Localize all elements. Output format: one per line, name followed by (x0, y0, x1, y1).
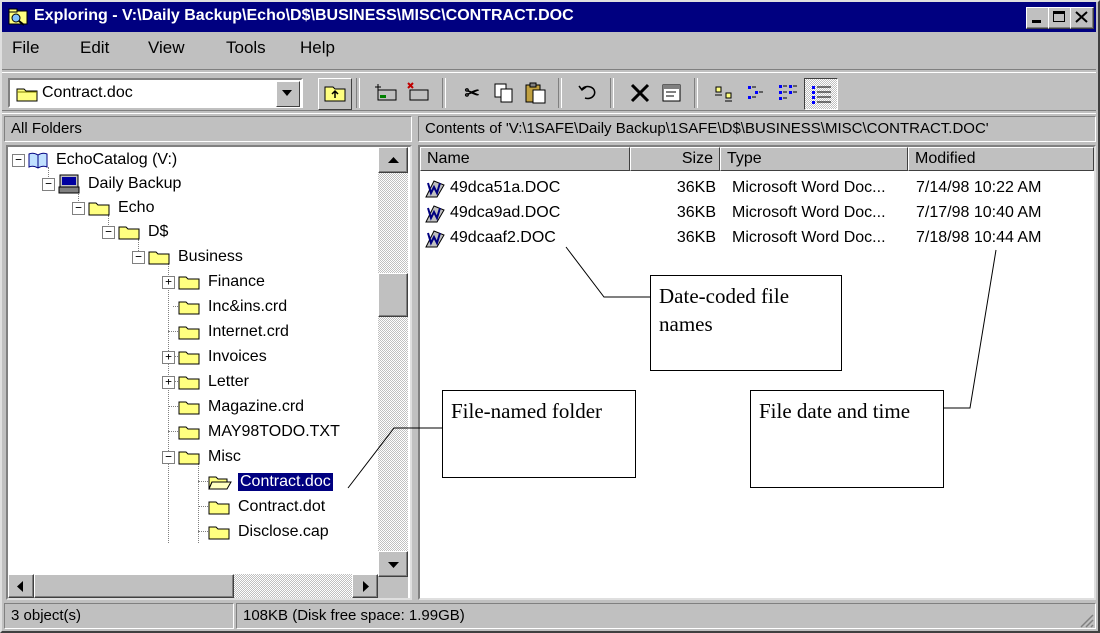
callout-lines (347, 246, 997, 489)
callout-file-date-time: File date and time (750, 390, 944, 488)
callout-file-named-folder: File-named folder (442, 390, 636, 478)
callout-date-coded-names: Date-coded file names (650, 275, 842, 371)
